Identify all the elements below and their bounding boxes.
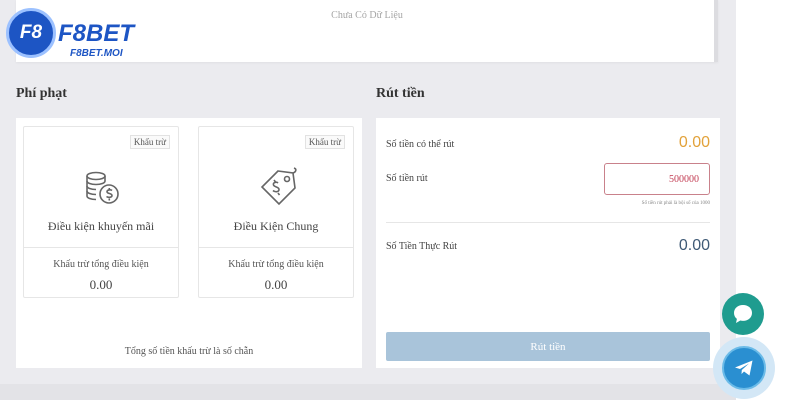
actual-value: 0.00 bbox=[678, 237, 710, 254]
actual-label: Số Tiền Thực Rút bbox=[386, 241, 458, 252]
chat-button[interactable] bbox=[722, 293, 764, 335]
amount-input[interactable] bbox=[604, 163, 710, 195]
logo-mark: F8 bbox=[6, 8, 56, 58]
logo-name: F8BET bbox=[58, 20, 135, 47]
price-tag-icon bbox=[260, 167, 297, 206]
condition-name: Điều Kiện Chung bbox=[233, 219, 319, 233]
available-value: 0.00 bbox=[678, 134, 710, 151]
deduct-tag: Khấu trừ bbox=[304, 135, 345, 149]
deduction-footnote: Tổng số tiền khấu trừ là số chẵn bbox=[124, 346, 254, 357]
deduct-value: 0.00 bbox=[264, 277, 288, 292]
deduct-label: Khấu trừ tổng điều kiện bbox=[228, 259, 324, 270]
available-label: Số tiền có thể rút bbox=[386, 139, 455, 150]
deduct-label: Khấu trừ tổng điều kiện bbox=[53, 259, 149, 270]
logo-domain: F8BET.MOI bbox=[70, 48, 123, 59]
scrollbar-track[interactable] bbox=[714, 0, 718, 62]
promo-condition-card[interactable]: Khấu trừ Điều kiện khuyến mãi Khấu trừ t… bbox=[23, 126, 179, 298]
amount-hint: Số tiền rút phải là bội số của 1000 bbox=[641, 201, 710, 206]
card-divider bbox=[24, 247, 178, 248]
general-condition-card[interactable]: Khấu trừ Điều Kiện Chung Khấu trừ tổng đ… bbox=[198, 126, 354, 298]
money-coins-icon bbox=[86, 171, 119, 204]
chat-bubble-icon bbox=[734, 305, 752, 323]
panel-divider bbox=[386, 222, 710, 223]
penalty-panel: Khấu trừ Điều kiện khuyến mãi Khấu trừ t… bbox=[16, 118, 362, 368]
bottom-strip bbox=[0, 384, 736, 400]
condition-name: Điều kiện khuyến mãi bbox=[47, 219, 155, 233]
telegram-circle bbox=[722, 346, 766, 390]
telegram-button[interactable] bbox=[713, 337, 775, 399]
telegram-icon bbox=[735, 360, 753, 376]
deduct-value: 0.00 bbox=[89, 277, 113, 292]
amount-label: Số tiền rút bbox=[386, 173, 428, 184]
withdraw-title: Rút tiền bbox=[376, 86, 425, 101]
penalty-title: Phí phạt bbox=[16, 86, 67, 101]
brand-logo[interactable]: F8 F8BET F8BET.MOI bbox=[6, 8, 156, 64]
card-divider bbox=[199, 247, 353, 248]
deduct-tag: Khấu trừ bbox=[129, 135, 170, 149]
withdraw-button[interactable]: Rút tiền bbox=[386, 332, 710, 361]
withdraw-panel: Số tiền có thể rút 0.00 Số tiền rút Số t… bbox=[376, 118, 720, 368]
